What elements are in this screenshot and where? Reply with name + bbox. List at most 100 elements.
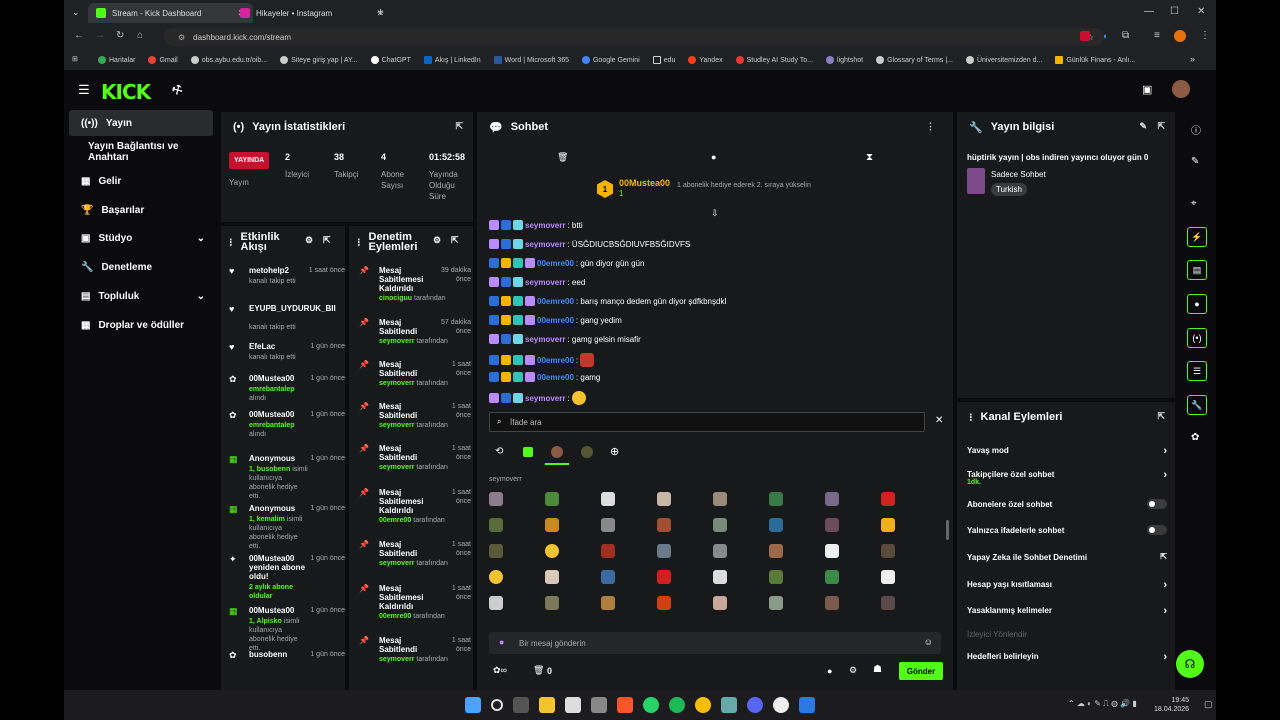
activity-name[interactable]: busobenn bbox=[249, 650, 309, 659]
emote-item[interactable] bbox=[769, 596, 783, 610]
emote-item[interactable] bbox=[881, 518, 895, 532]
edit-icon[interactable]: ✎ bbox=[1139, 121, 1147, 132]
popout-icon[interactable]: ⇱ bbox=[323, 235, 331, 246]
activity-name[interactable]: 00Mustea00 bbox=[249, 410, 309, 419]
bookmark-item[interactable]: lightshot bbox=[826, 56, 863, 64]
user-avatar[interactable] bbox=[1172, 80, 1190, 98]
activity-name[interactable]: Anonymous bbox=[249, 454, 309, 463]
emote-item[interactable] bbox=[601, 544, 615, 558]
rail-document-button[interactable]: ▤ bbox=[1187, 260, 1207, 280]
gift-icon[interactable]: 🗑 bbox=[533, 665, 544, 676]
activity-name[interactable]: Anonymous bbox=[249, 504, 309, 513]
moderator-name[interactable]: seymoverr bbox=[379, 380, 414, 387]
emote-item[interactable] bbox=[881, 544, 895, 558]
emote-item[interactable] bbox=[825, 596, 839, 610]
popout-icon[interactable]: ⇱ bbox=[1157, 411, 1165, 422]
close-window-icon[interactable]: ✕ bbox=[1197, 6, 1205, 17]
emote-item[interactable] bbox=[713, 492, 727, 506]
gifter-name[interactable]: 00Mustea00 bbox=[619, 178, 670, 188]
emote-item[interactable] bbox=[881, 492, 895, 506]
hamburger-menu-icon[interactable]: ☰ bbox=[78, 82, 90, 98]
chat-username[interactable]: seymoverr bbox=[525, 240, 565, 249]
maximize-icon[interactable]: ☐ bbox=[1170, 6, 1179, 17]
activity-name[interactable]: 00Mustea00 bbox=[249, 606, 309, 615]
chat-username[interactable]: 00emre00 bbox=[537, 356, 574, 365]
obs-icon[interactable] bbox=[773, 697, 789, 713]
sidebar-item-gelir[interactable]: ▦ Gelir bbox=[69, 168, 213, 194]
channel-action-row[interactable]: Abonelere özel sohbet bbox=[967, 499, 1167, 509]
bookmark-item[interactable]: Yandex bbox=[688, 56, 723, 64]
trash-icon[interactable]: 🗑 bbox=[557, 152, 568, 163]
scan-icon[interactable]: ⌖ bbox=[1191, 198, 1197, 209]
emote-item[interactable] bbox=[489, 570, 503, 584]
bookmark-item[interactable]: ChatGPT bbox=[370, 56, 411, 64]
bookmark-item[interactable]: Gmail bbox=[148, 56, 178, 64]
chat-message[interactable]: seymoverr: eed bbox=[489, 277, 585, 287]
channel-emotes-icon[interactable] bbox=[551, 446, 563, 458]
emote-item[interactable] bbox=[825, 544, 839, 558]
rail-power-button[interactable]: ⚡ bbox=[1187, 227, 1207, 247]
close-emote-picker-icon[interactable]: ✕ bbox=[935, 415, 943, 426]
chat-message[interactable]: seymoverr: gamg gelsin misafir bbox=[489, 334, 641, 344]
send-button[interactable]: Gönder bbox=[899, 662, 943, 680]
chat-message[interactable]: 00emre00: bbox=[489, 353, 595, 367]
more-options-icon[interactable]: ⋮ bbox=[926, 121, 935, 132]
address-bar[interactable]: ⚙ dashboard.kick.com/stream ☆ bbox=[164, 28, 1104, 46]
chat-message[interactable]: seymoverr: bbox=[489, 391, 586, 405]
extension-icon[interactable] bbox=[1080, 31, 1090, 41]
extensions-puzzle-icon[interactable]: ⧉ bbox=[1122, 30, 1129, 41]
settings-icon[interactable]: ⚙ bbox=[433, 235, 441, 246]
moderator-name[interactable]: seymoverr bbox=[379, 656, 414, 663]
emote-item[interactable] bbox=[825, 518, 839, 532]
chat-username[interactable]: seymoverr bbox=[525, 221, 565, 230]
channel-action-row[interactable]: Yasaklanmış kelimeler › bbox=[967, 605, 1167, 617]
emote-item[interactable] bbox=[657, 518, 671, 532]
extension-icon[interactable]: ◖ bbox=[1102, 31, 1107, 41]
settings-icon[interactable]: ⚙ bbox=[849, 665, 857, 676]
popout-icon[interactable]: ⇱ bbox=[455, 121, 463, 132]
brave-icon[interactable] bbox=[617, 697, 633, 713]
emote-item[interactable] bbox=[657, 544, 671, 558]
chat-bubble-icon[interactable]: ● bbox=[827, 666, 832, 676]
chat-message[interactable]: 00emre00: gang yedim bbox=[489, 315, 622, 325]
kick-emotes-icon[interactable] bbox=[523, 447, 533, 457]
chat-username[interactable]: 00emre00 bbox=[537, 297, 574, 306]
sidebar-item-yayin[interactable]: ((•)) Yayın bbox=[69, 110, 213, 136]
moderator-name[interactable]: seymoverr bbox=[379, 560, 414, 567]
channel-points-icon[interactable]: ✿∞ bbox=[493, 665, 507, 676]
forward-icon[interactable]: → bbox=[95, 30, 105, 41]
channel-action-row[interactable]: Yalnızca ifadelerle sohbet bbox=[967, 525, 1167, 535]
bookmark-item[interactable]: Haritalar bbox=[98, 56, 135, 64]
search-icon[interactable] bbox=[491, 699, 503, 711]
notification-icon[interactable]: ▢ bbox=[1204, 699, 1213, 710]
bookmark-item[interactable]: Google Gemini bbox=[581, 56, 640, 64]
bookmark-item[interactable]: Studley AI Study To... bbox=[735, 56, 813, 64]
chat-message[interactable]: seymoverr: btti bbox=[489, 220, 583, 230]
toggle-switch[interactable] bbox=[1147, 525, 1167, 535]
chat-username[interactable]: 00emre00 bbox=[537, 316, 574, 325]
emoji-icon[interactable]: ☺ bbox=[924, 637, 933, 647]
channel-action-row[interactable]: Hesap yaşı kısıtlaması › bbox=[967, 579, 1167, 591]
apps-grid-icon[interactable]: ⊞ bbox=[72, 55, 78, 63]
scrollbar[interactable] bbox=[946, 520, 949, 540]
chat-username[interactable]: 00emre00 bbox=[537, 373, 574, 382]
task-view-icon[interactable] bbox=[513, 697, 529, 713]
moderator-name[interactable]: seymoverr bbox=[379, 464, 414, 471]
emote-item[interactable] bbox=[489, 492, 503, 506]
app-icon[interactable] bbox=[721, 697, 737, 713]
sidebar-item-basarilar[interactable]: 🏆 Başarılar bbox=[69, 197, 213, 223]
app-icon[interactable] bbox=[799, 697, 815, 713]
new-tab-icon[interactable]: + bbox=[377, 5, 384, 19]
chat-message[interactable]: seymoverr: ÜSĞDIUCBSĞDIUVFBSĞIDVFS bbox=[489, 239, 690, 249]
kick-logo[interactable]: KICK bbox=[101, 80, 151, 104]
chat-input[interactable]: ● Bir mesaj gönderin ☺ bbox=[489, 632, 941, 654]
more-bookmarks-icon[interactable]: » bbox=[1190, 54, 1195, 64]
tab-list-chevron-icon[interactable]: ⌄ bbox=[72, 7, 80, 18]
chat-message[interactable]: 00emre00: gamg bbox=[489, 372, 600, 382]
global-emotes-icon[interactable]: ⊕ bbox=[610, 445, 619, 458]
chat-message[interactable]: 00emre00: barış manço dedem gün diyor şd… bbox=[489, 296, 726, 306]
support-button[interactable]: ☊ bbox=[1176, 650, 1204, 678]
chat-bubble-icon[interactable]: ● bbox=[711, 152, 716, 162]
discord-icon[interactable] bbox=[747, 697, 763, 713]
emote-item[interactable] bbox=[881, 570, 895, 584]
